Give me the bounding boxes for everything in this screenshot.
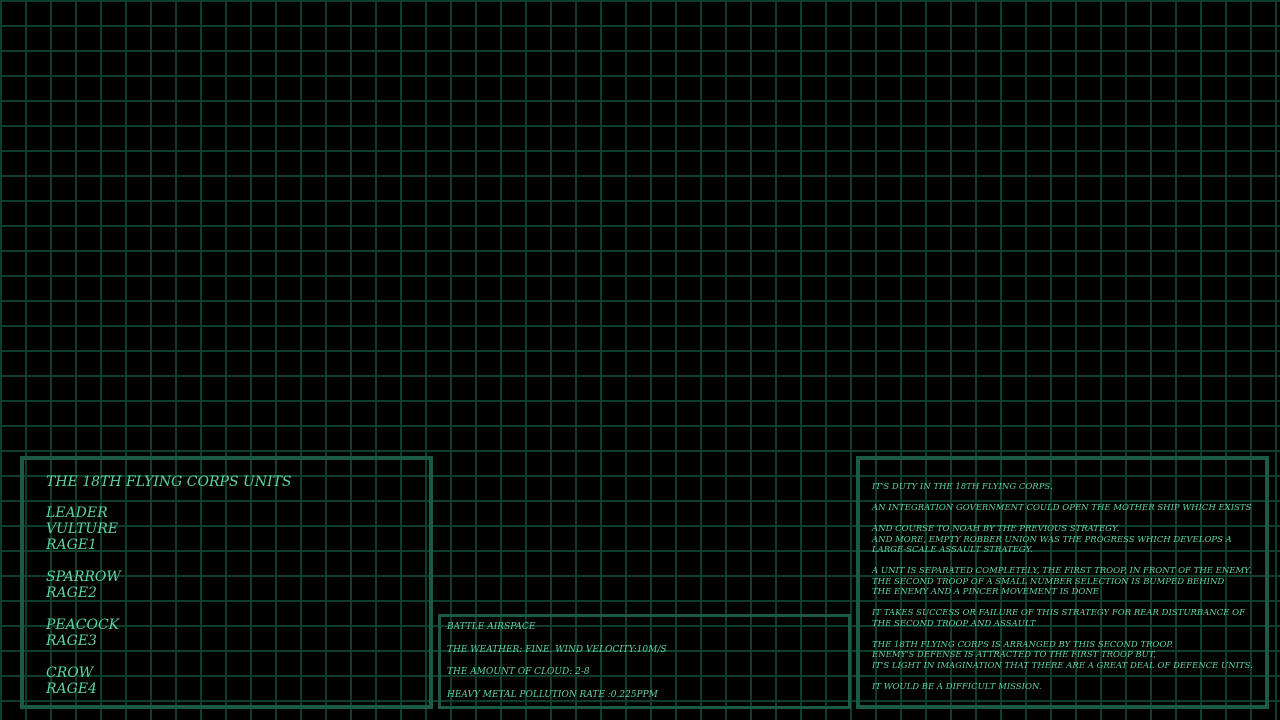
briefing-line: AND MORE, EMPTY ROBBER UNION WAS THE PRO… xyxy=(872,534,1232,545)
briefing-line: THE 18TH FLYING CORPS IS ARRANGED BY THI… xyxy=(872,639,1174,650)
units-panel: THE 18TH FLYING CORPS UNITS LEADER VULTU… xyxy=(20,456,433,709)
unit-line: VULTURE xyxy=(46,521,118,537)
unit-line: RAGE1 xyxy=(46,537,97,553)
briefing-line: LARGE-SCALE ASSAULT STRATEGY. xyxy=(872,545,1033,555)
pollution-line: HEAVY METAL POLLUTION RATE :0.225PPM xyxy=(447,689,658,700)
mission-briefing-panel: IT'S DUTY IN THE 18TH FLYING CORPS. AN I… xyxy=(856,456,1269,709)
unit-group-crow: CROW RAGE4 xyxy=(46,665,429,697)
unit-line: RAGE3 xyxy=(46,633,97,649)
briefing-paragraph: IT TAKES SUCCESS OR FAILURE OF THIS STRA… xyxy=(872,608,1259,629)
unit-group-peacock: PEACOCK RAGE3 xyxy=(46,617,429,649)
briefing-line: IT WOULD BE A DIFFICULT MISSION. xyxy=(872,681,1042,692)
briefing-paragraph: THE 18TH FLYING CORPS IS ARRANGED BY THI… xyxy=(872,640,1259,672)
unit-line: PEACOCK xyxy=(46,617,120,633)
units-title: THE 18TH FLYING CORPS UNITS xyxy=(46,474,292,490)
briefing-paragraph: AND COURSE TO NOAH BY THE PREVIOUS STRAT… xyxy=(872,524,1259,556)
weather-line: THE WEATHER: FINE. WIND VELOCITY:10M/S xyxy=(447,644,667,655)
unit-line: LEADER xyxy=(46,505,108,521)
unit-line: RAGE4 xyxy=(46,681,97,697)
briefing-line: IT TAKES SUCCESS OR FAILURE OF THIS STRA… xyxy=(872,608,1245,618)
briefing-line: IT'S LIGHT IN IMAGINATION THAT THERE ARE… xyxy=(872,660,1253,671)
briefing-paragraph: IT WOULD BE A DIFFICULT MISSION. xyxy=(872,682,1259,693)
airspace-title: BATTLE AIRSPACE xyxy=(447,622,536,632)
briefing-line: THE SECOND TROOP AND ASSAULT xyxy=(872,618,1036,629)
unit-line: SPARROW xyxy=(46,569,121,585)
unit-line: RAGE2 xyxy=(46,585,97,601)
briefing-line: IT'S DUTY IN THE 18TH FLYING CORPS. xyxy=(872,482,1053,492)
briefing-line: AND COURSE TO NOAH BY THE PREVIOUS STRAT… xyxy=(872,524,1120,534)
briefing-paragraph: A UNIT IS SEPARATED COMPLETELY, THE FIRS… xyxy=(872,566,1259,598)
unit-group-leader: LEADER VULTURE RAGE1 xyxy=(46,505,429,553)
briefing-line: A UNIT IS SEPARATED COMPLETELY, THE FIRS… xyxy=(872,566,1252,576)
briefing-line: THE ENEMY AND A PINCER MOVEMENT IS DONE xyxy=(872,587,1100,597)
briefing-line: THE SECOND TROOP OF A SMALL NUMBER SELEC… xyxy=(872,576,1225,587)
briefing-paragraph: AN INTEGRATION GOVERNMENT COULD OPEN THE… xyxy=(872,503,1259,514)
unit-group-sparrow: SPARROW RAGE2 xyxy=(46,569,429,601)
airspace-panel: BATTLE AIRSPACE THE WEATHER: FINE. WIND … xyxy=(438,614,851,709)
unit-line: CROW xyxy=(46,665,94,681)
briefing-line: AN INTEGRATION GOVERNMENT COULD OPEN THE… xyxy=(872,503,1252,513)
cloud-line: THE AMOUNT OF CLOUD: 2-8 xyxy=(447,667,590,677)
briefing-line: ENEMY'S DEFENSE IS ATTRACTED TO THE FIRS… xyxy=(872,650,1156,660)
briefing-paragraph: IT'S DUTY IN THE 18TH FLYING CORPS. xyxy=(872,482,1259,493)
